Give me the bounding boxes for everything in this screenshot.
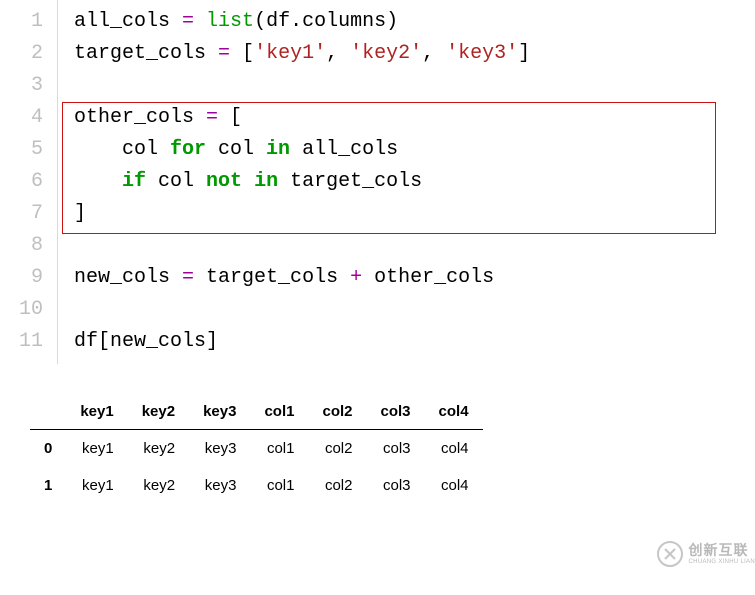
cell: col3 (367, 467, 425, 504)
line-number: 2 (0, 38, 57, 70)
line-number: 5 (0, 134, 57, 166)
code-line-2: target_cols = ['key1', 'key2', 'key3'] (74, 38, 755, 70)
watermark-text-en: CHUANG XINHU LIAN (689, 559, 755, 565)
col-header: col3 (367, 394, 425, 430)
line-number: 8 (0, 230, 57, 262)
code-area: all_cols = list(df.columns) target_cols … (58, 0, 755, 364)
row-index: 1 (30, 467, 66, 504)
cell: col1 (250, 467, 308, 504)
line-number: 7 (0, 198, 57, 230)
cell: col2 (308, 430, 366, 468)
cell: col3 (367, 430, 425, 468)
watermark-text-cn: 创新互联 (689, 543, 755, 557)
cell: col4 (425, 430, 483, 468)
col-header: key2 (128, 394, 189, 430)
code-block: 1 2 3 4 5 6 7 8 9 10 11 all_cols = list(… (0, 0, 755, 364)
code-line-10 (74, 294, 755, 326)
table-row: 1 key1 key2 key3 col1 col2 col3 col4 (30, 467, 483, 504)
col-header: col1 (250, 394, 308, 430)
col-header: key3 (189, 394, 250, 430)
code-line-8 (74, 230, 755, 262)
watermark: 创新互联 CHUANG XINHU LIAN (657, 541, 755, 567)
line-number: 3 (0, 70, 57, 102)
code-line-11: df[new_cols] (74, 326, 755, 358)
table-row: 0 key1 key2 key3 col1 col2 col3 col4 (30, 430, 483, 468)
cell: key1 (66, 430, 127, 468)
col-header: key1 (66, 394, 127, 430)
line-gutter: 1 2 3 4 5 6 7 8 9 10 11 (0, 0, 58, 364)
cell: key2 (128, 467, 189, 504)
cell: key3 (189, 430, 250, 468)
cell: key2 (128, 430, 189, 468)
line-number: 4 (0, 102, 57, 134)
code-line-9: new_cols = target_cols + other_cols (74, 262, 755, 294)
col-header: col2 (308, 394, 366, 430)
row-index: 0 (30, 430, 66, 468)
line-number: 9 (0, 262, 57, 294)
table-header-row: key1 key2 key3 col1 col2 col3 col4 (30, 394, 483, 430)
line-number: 1 (0, 6, 57, 38)
watermark-logo-icon (657, 541, 683, 567)
highlight-box (62, 102, 716, 234)
line-number: 6 (0, 166, 57, 198)
line-number: 11 (0, 326, 57, 358)
cell: col1 (250, 430, 308, 468)
code-line-1: all_cols = list(df.columns) (74, 6, 755, 38)
output-table: key1 key2 key3 col1 col2 col3 col4 0 key… (30, 394, 755, 504)
cell: key3 (189, 467, 250, 504)
cell: key1 (66, 467, 127, 504)
line-number: 10 (0, 294, 57, 326)
cell: col4 (425, 467, 483, 504)
code-line-3 (74, 70, 755, 102)
col-header: col4 (425, 394, 483, 430)
table-corner (30, 394, 66, 430)
cell: col2 (308, 467, 366, 504)
